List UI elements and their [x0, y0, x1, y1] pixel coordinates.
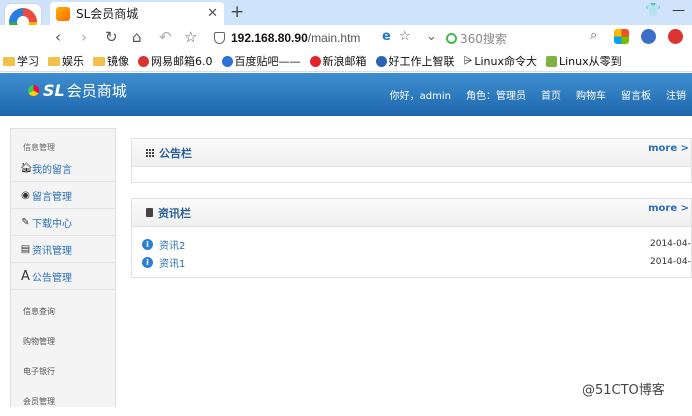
notice-panel-header: 公告栏 more >	[132, 139, 691, 167]
news-date: 2014-04-1	[650, 239, 692, 249]
site-logo[interactable]: SL 会员商城	[28, 80, 127, 101]
greeting-text: 你好，admin	[389, 91, 451, 102]
folder-icon	[93, 56, 105, 66]
reload-icon[interactable]: ↻	[105, 28, 118, 46]
edit-icon: ✎	[21, 216, 30, 228]
site-header: SL 会员商城 你好，admin 角色：管理员 首页 购物车 留言板 注销	[0, 73, 692, 116]
minimize-icon[interactable]: —	[672, 3, 685, 18]
news-row: i 资讯1 2014-04-1	[132, 253, 692, 271]
bookmark-link[interactable]: 新浪邮箱	[309, 53, 367, 69]
nav-home-link[interactable]: 首页	[541, 87, 561, 102]
bookmark-link[interactable]: Linux从零到	[545, 53, 622, 69]
sidebar-group-info[interactable]: 信息管理	[11, 129, 115, 155]
home-icon: 🏠︎	[20, 162, 33, 174]
chevron-down-icon[interactable]: ⌄	[426, 29, 437, 44]
adblock-icon[interactable]	[668, 29, 683, 44]
sidebar-item-download-center[interactable]: ✎ 下载中心	[11, 209, 115, 236]
terminal-icon: ⩥	[463, 54, 473, 67]
sidebar-group-query[interactable]: 信息查询	[11, 296, 115, 326]
star-icon[interactable]: ☆	[184, 28, 197, 46]
sina-eye-icon	[309, 55, 321, 67]
browser-navbar: ‹ › ↻ ⌂ ↶ ☆ 192.168.80.90/main.htm e ☆ ⌄…	[0, 25, 692, 51]
news-title-link[interactable]: 资讯1	[159, 255, 185, 270]
ie-mode-icon[interactable]: e	[382, 29, 391, 44]
browser-tab[interactable]: SL会员商城 ✕	[50, 2, 224, 25]
news-row: i 资讯2 2014-04-1	[132, 235, 692, 253]
bookmark-folder[interactable]: 镜像	[93, 53, 129, 69]
sidebar-group-member[interactable]: 会员管理	[11, 386, 115, 416]
sidebar-group-shopping[interactable]: 购物管理	[11, 326, 115, 356]
font-icon: A	[21, 268, 30, 284]
netease-icon	[138, 55, 149, 67]
security-shield-icon	[214, 32, 225, 44]
sidebar-item-notice-manage[interactable]: A 公告管理	[11, 263, 115, 290]
bookmark-link[interactable]: 百度贴吧——	[221, 53, 301, 69]
eye-icon: ◉	[21, 189, 30, 201]
search-icon[interactable]: ⌕	[590, 28, 597, 43]
extension-icon[interactable]	[641, 29, 656, 44]
sidebar-item-my-messages[interactable]: 🏠︎ 我的留言	[11, 155, 115, 182]
search-engine-icon	[446, 32, 457, 44]
bookmarks-bar: 学习 娱乐 镜像 网易邮箱6.0 百度贴吧—— 新浪邮箱 好工作上智联 ⩥ Lin…	[0, 51, 692, 72]
notice-more-link[interactable]: more >	[648, 143, 689, 154]
watermark: @51CTO博客	[582, 383, 665, 398]
back-icon[interactable]: ‹	[55, 28, 61, 46]
document-icon	[146, 208, 153, 217]
apps-grid-icon[interactable]	[614, 29, 629, 44]
news-panel: 资讯栏 more > i 资讯2 2014-04-1 i 资讯1 2014-04…	[131, 198, 692, 278]
new-tab-icon[interactable]: +	[230, 2, 244, 22]
undo-icon[interactable]: ↶	[159, 28, 172, 46]
baidu-paw-icon	[221, 55, 233, 67]
search-input[interactable]: 360搜索	[446, 28, 606, 48]
logo-text: 会员商城	[66, 82, 127, 100]
browser-tabstrip: SL会员商城 ✕ + 👕 —	[0, 0, 692, 25]
news-more-link[interactable]: more >	[648, 203, 689, 214]
news-panel-header: 资讯栏 more >	[132, 199, 691, 227]
news-title-link[interactable]: 资讯2	[159, 237, 185, 252]
search-placeholder: 360搜索	[460, 31, 507, 46]
sidebar-item-message-manage[interactable]: ◉ 留言管理	[11, 182, 115, 209]
bookmark-folder[interactable]: 学习	[3, 53, 39, 69]
notice-panel: 公告栏 more >	[131, 138, 692, 183]
site-favicon-icon	[56, 6, 70, 21]
role-text: 角色：管理员	[466, 91, 526, 102]
news-date: 2014-04-1	[650, 257, 692, 267]
bookmark-star-icon[interactable]: ☆	[399, 29, 411, 44]
top-nav: 你好，admin 角色：管理员 首页 购物车 留言板 注销	[375, 87, 686, 102]
logo-mark-icon	[28, 85, 39, 96]
nav-logout-link[interactable]: 注销	[666, 87, 686, 102]
info-icon: i	[142, 256, 153, 268]
list-icon: ▤	[20, 243, 31, 255]
bookmark-folder[interactable]: 娱乐	[48, 53, 84, 69]
close-tab-icon[interactable]: ✕	[207, 6, 218, 21]
folder-icon	[48, 56, 60, 66]
zhaopin-icon	[375, 55, 387, 67]
home-browser-icon[interactable]: ⌂	[132, 28, 142, 46]
bookmark-link[interactable]: 网易邮箱6.0	[138, 53, 213, 69]
folder-icon	[3, 56, 15, 66]
sidebar-item-news-manage[interactable]: ▤ 资讯管理	[11, 236, 115, 263]
tab-title: SL会员商城	[76, 7, 139, 21]
logo-sl: SL	[43, 81, 65, 100]
sidebar-group-ebank[interactable]: 电子银行	[11, 356, 115, 386]
news-panel-title: 资讯栏	[158, 206, 191, 220]
info-icon: i	[142, 238, 153, 250]
address-path: /main.htm	[307, 31, 361, 45]
notice-panel-title: 公告栏	[159, 146, 192, 160]
sidebar: 信息管理 🏠︎ 我的留言 ◉ 留言管理 ✎ 下载中心 ▤ 资讯管理 A 公告管理 信息查询…	[10, 128, 116, 407]
bookmark-link[interactable]: ⩥ Linux命令大	[464, 53, 537, 69]
address-host: 192.168.80.90	[231, 31, 308, 45]
nav-cart-link[interactable]: 购物车	[576, 87, 606, 102]
bookmark-link[interactable]: 好工作上智联	[375, 53, 455, 69]
shirt-skin-icon[interactable]: 👕	[645, 3, 661, 18]
nav-board-link[interactable]: 留言板	[621, 87, 651, 102]
grid-icon	[146, 148, 154, 157]
check-icon	[545, 55, 557, 67]
forward-icon[interactable]: ›	[81, 28, 87, 46]
